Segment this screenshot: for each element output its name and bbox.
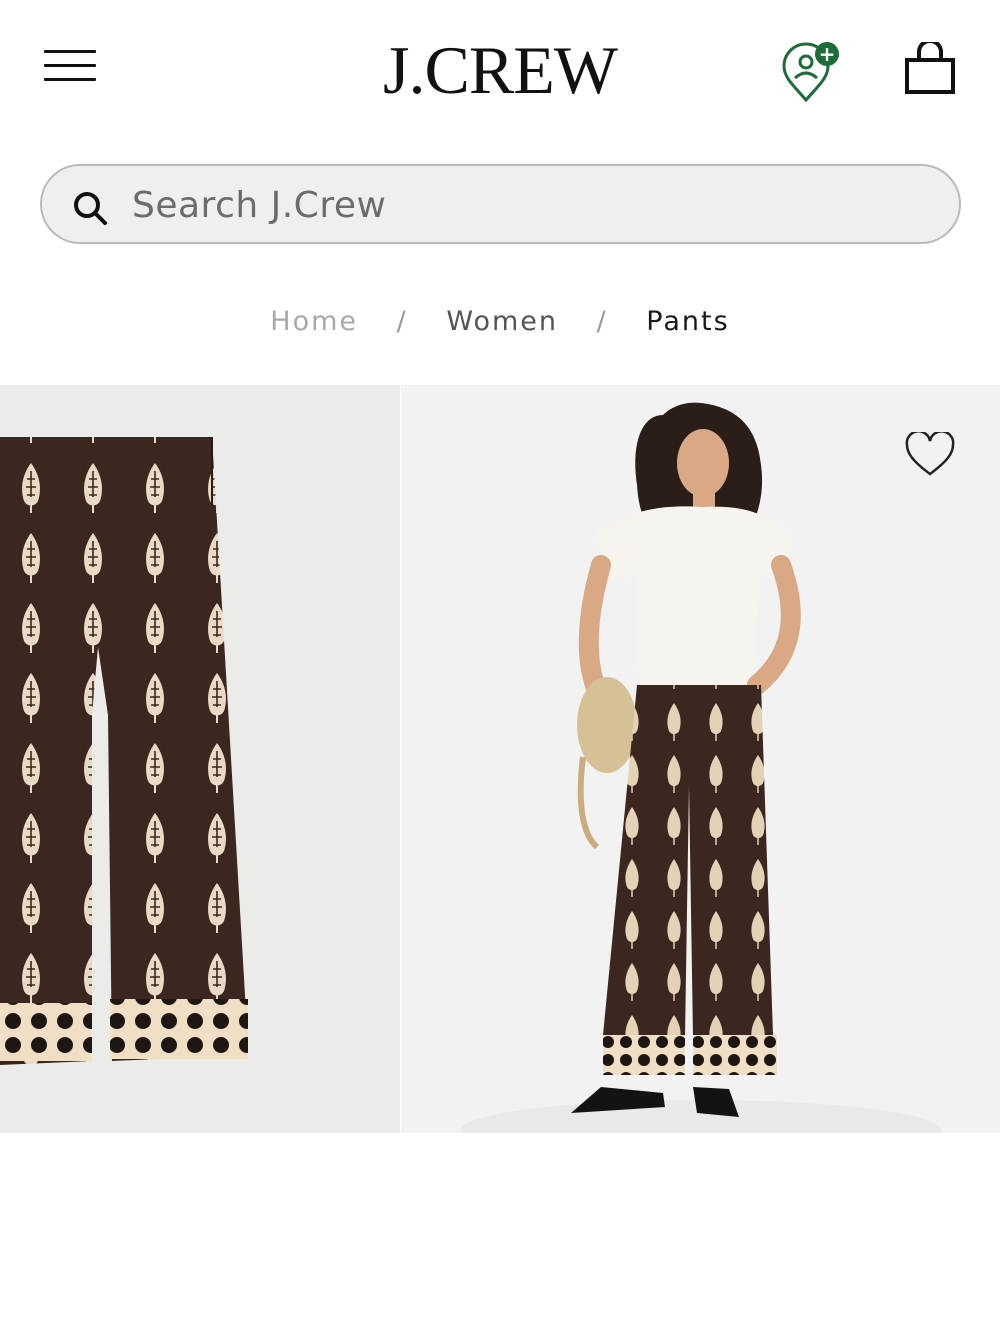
breadcrumb-separator: / bbox=[396, 306, 408, 337]
heart-icon[interactable] bbox=[904, 430, 956, 478]
search-input[interactable]: Search J.Crew bbox=[132, 184, 386, 228]
breadcrumb: Home / Women / Pants bbox=[0, 300, 1000, 344]
product-image-gallery[interactable] bbox=[0, 385, 1000, 1133]
site-header: J.CREW + bbox=[0, 0, 1000, 135]
model-wearing-pants-image[interactable] bbox=[401, 385, 1000, 1133]
hamburger-menu-icon[interactable] bbox=[44, 48, 98, 84]
jcrew-logo[interactable]: J.CREW bbox=[300, 30, 700, 110]
search-icon[interactable] bbox=[70, 188, 110, 228]
rewards-badge: + bbox=[819, 42, 836, 66]
search-bar[interactable]: Search J.Crew bbox=[40, 164, 961, 244]
breadcrumb-current-page: Pants bbox=[646, 306, 730, 337]
breadcrumb-home-link[interactable]: Home bbox=[270, 306, 358, 337]
menu-line bbox=[44, 64, 96, 67]
menu-line bbox=[44, 50, 96, 53]
shopping-bag-icon[interactable] bbox=[902, 39, 958, 98]
menu-line bbox=[44, 78, 96, 81]
rewards-location-icon[interactable]: + bbox=[778, 40, 844, 104]
flat-lay-pants-image[interactable] bbox=[0, 385, 400, 1133]
breadcrumb-separator: / bbox=[596, 306, 608, 337]
breadcrumb-women-link[interactable]: Women bbox=[446, 306, 558, 337]
